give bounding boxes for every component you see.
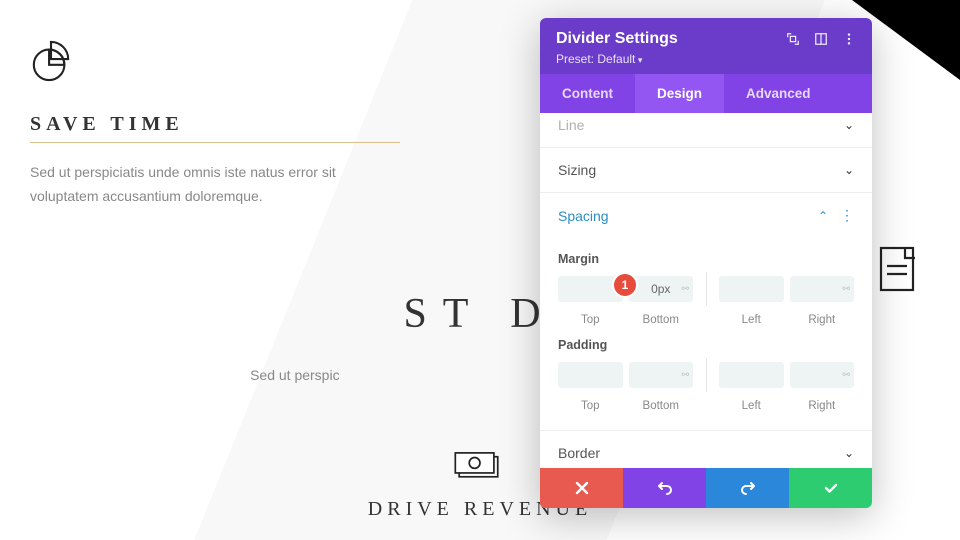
chevron-down-icon: ⌄ xyxy=(844,163,854,177)
discard-button[interactable] xyxy=(540,468,623,508)
expand-icon[interactable] xyxy=(786,32,800,46)
padding-top-input[interactable] xyxy=(558,362,623,388)
annotation-badge-1: 1 xyxy=(614,274,636,296)
margin-label: Margin xyxy=(558,252,854,266)
document-icon xyxy=(870,244,930,294)
hero-heading-partial: ST D xyxy=(403,290,556,342)
feature-heading-save-time: SAVE TIME xyxy=(30,113,400,143)
link-values-icon[interactable]: ⚯ xyxy=(842,370,850,381)
save-button[interactable] xyxy=(789,468,872,508)
feature-paragraph: Sed ut perspiciatis unde omnis iste natu… xyxy=(30,161,400,209)
undo-button[interactable] xyxy=(623,468,706,508)
margin-top-input[interactable] xyxy=(558,276,623,302)
padding-left-input[interactable] xyxy=(719,362,784,388)
padding-right-input[interactable]: ⚯ xyxy=(790,362,855,388)
section-spacing[interactable]: Spacing ⌃ ⋮ xyxy=(540,193,872,238)
link-values-icon[interactable]: ⚯ xyxy=(681,370,689,381)
chevron-up-icon: ⌃ xyxy=(818,209,828,223)
tab-design[interactable]: Design xyxy=(635,74,724,113)
section-border[interactable]: Border ⌄ xyxy=(540,431,872,468)
margin-left-input[interactable] xyxy=(719,276,784,302)
divider-settings-panel: Divider Settings Preset: Default Content xyxy=(540,18,872,508)
preset-dropdown[interactable]: Preset: Default xyxy=(556,52,856,66)
money-icon xyxy=(453,450,507,482)
chevron-down-icon: ⌄ xyxy=(844,446,854,460)
pie-chart-icon xyxy=(30,40,72,82)
panel-title: Divider Settings xyxy=(556,30,678,48)
redo-button[interactable] xyxy=(706,468,789,508)
padding-bottom-input[interactable]: ⚯ xyxy=(629,362,694,388)
section-line[interactable]: Line ⌄ xyxy=(540,113,872,148)
chevron-down-icon: ⌄ xyxy=(844,118,854,132)
tab-content[interactable]: Content xyxy=(540,74,635,113)
snap-icon[interactable] xyxy=(814,32,828,46)
section-sizing[interactable]: Sizing ⌄ xyxy=(540,148,872,193)
margin-bottom-input[interactable]: 0px ⚯ xyxy=(629,276,694,302)
kebab-menu-icon[interactable] xyxy=(842,32,856,46)
section-options-icon[interactable]: ⋮ xyxy=(840,207,854,223)
link-values-icon[interactable]: ⚯ xyxy=(842,284,850,295)
tab-advanced[interactable]: Advanced xyxy=(724,74,833,113)
hero-sub-left: Sed ut perspic xyxy=(250,367,340,383)
link-values-icon[interactable]: ⚯ xyxy=(681,284,689,295)
padding-label: Padding xyxy=(558,338,854,352)
margin-right-input[interactable]: ⚯ xyxy=(790,276,855,302)
